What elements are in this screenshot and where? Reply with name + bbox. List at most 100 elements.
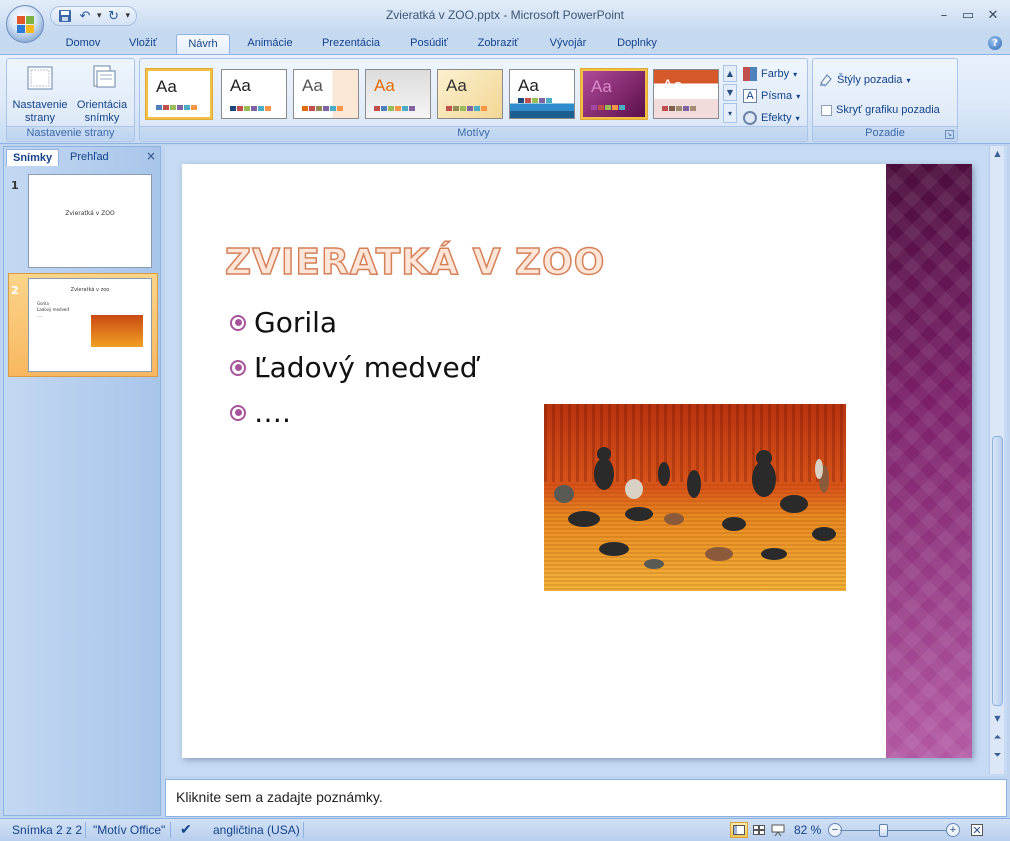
theme-flow-selected[interactable]: Aa xyxy=(581,69,647,119)
normal-view-icon[interactable] xyxy=(730,822,748,838)
previous-slide-icon[interactable]: ⏶ xyxy=(990,730,1005,745)
gallery-down-icon[interactable]: ▼ xyxy=(723,84,737,101)
background-styles-label: Štýly pozadia xyxy=(837,74,903,86)
tab-prezentacia[interactable]: Prezentácia xyxy=(313,34,389,54)
zoom-in-icon[interactable]: + xyxy=(946,823,960,837)
tab-outline[interactable]: Prehľad xyxy=(64,149,115,166)
slide-thumbnail-1[interactable]: Zvieratká v ZOO xyxy=(28,174,152,268)
tab-posudit[interactable]: Posúdiť xyxy=(400,34,458,54)
tab-navrh[interactable]: Návrh xyxy=(176,34,230,54)
scroll-up-icon[interactable]: ▲ xyxy=(990,146,1005,161)
thumb-2-bullets: Gorila Ľadový medveď .... xyxy=(37,301,69,318)
theme-office[interactable]: Aa xyxy=(146,69,212,119)
orientation-button[interactable]: Orientácia snímky xyxy=(72,63,132,127)
window-title: Zvieratká v ZOO.pptx - Microsoft PowerPo… xyxy=(385,8,625,22)
hide-background-graphics-label: Skryť grafiku pozadia xyxy=(836,104,940,116)
status-bar: Snímka 2 z 2 "Motív Office" ✔ angličtina… xyxy=(0,818,1010,841)
effects-icon xyxy=(743,111,757,125)
background-styles-button[interactable]: Štýly pozadia ▾ xyxy=(819,71,910,89)
gallery-up-icon[interactable]: ▲ xyxy=(723,65,737,82)
title-bar: ↶ ▾ ↻ ▾ Zvieratká v ZOO.pptx - Microsoft… xyxy=(0,0,1010,32)
scroll-down-icon[interactable]: ▼ xyxy=(990,711,1005,726)
minimize-button[interactable]: – xyxy=(933,6,955,24)
colors-icon xyxy=(743,67,757,81)
notes-pane[interactable]: Kliknite sem a zadajte poznámky. xyxy=(165,779,1007,817)
thumb-2-photo xyxy=(91,315,143,347)
close-button[interactable]: ✕ xyxy=(982,6,1004,24)
page-setup-button[interactable]: Nastavenie strany xyxy=(10,63,70,127)
theme-6[interactable]: Aa xyxy=(509,69,575,119)
slide-counter: Snímka 2 z 2 xyxy=(12,823,83,837)
checkbox-unchecked-icon[interactable] xyxy=(821,104,832,116)
maximize-button[interactable]: ▭ xyxy=(957,6,979,24)
office-button[interactable] xyxy=(6,5,44,43)
slide-editing-area: ZVIERATKÁ V ZOO Gorila Ľadový medveď …. xyxy=(165,146,1007,776)
background-group-label: Pozadie xyxy=(813,126,957,140)
slides-pane: Snímky Prehľad × 1 Zvieratká v ZOO 2 Zvi… xyxy=(3,146,161,816)
fonts-label: Písma xyxy=(761,90,793,102)
group-background: Štýly pozadia ▾ Skryť grafiku pozadia Poz… xyxy=(812,58,958,142)
group-themes: Aa Aa Aa Aa Aa Aa Aa Aa ▲ ▼ ▾ Farby ▾ A … xyxy=(139,58,808,142)
colors-button[interactable]: Farby ▾ xyxy=(743,65,797,83)
page-setup-icon xyxy=(27,66,53,90)
orientation-icon xyxy=(93,65,116,88)
colors-label: Farby xyxy=(761,68,790,80)
thumb-1-title: Zvieratká v ZOO xyxy=(65,210,115,217)
bullet-text: …. xyxy=(254,396,291,429)
tab-zobrazit[interactable]: Zobraziť xyxy=(467,34,529,54)
bullet-text: Gorila xyxy=(254,306,338,339)
fit-to-window-icon[interactable] xyxy=(968,822,986,838)
tab-animacie[interactable]: Animácie xyxy=(236,34,304,54)
thumb-2-title: Zvieratká v zoo xyxy=(70,287,110,293)
bullet-icon xyxy=(230,404,246,421)
effects-label: Efekty xyxy=(761,112,792,124)
ribbon-tabs: Domov Vložiť Návrh Animácie Prezentácia … xyxy=(0,32,1010,54)
theme-preview-text: Aa xyxy=(156,77,177,96)
effects-button[interactable]: Efekty ▾ xyxy=(743,109,800,127)
slide-thumbnail-2[interactable]: Zvieratká v zoo Gorila Ľadový medveď ...… xyxy=(28,278,152,372)
bullet-item[interactable]: Ľadový medveď xyxy=(230,351,478,384)
language-indicator[interactable]: angličtina (USA) xyxy=(213,823,300,837)
spell-check-icon[interactable]: ✔ xyxy=(180,821,192,838)
bullet-text: Ľadový medveď xyxy=(254,351,478,384)
fonts-button[interactable]: A Písma ▾ xyxy=(743,87,800,105)
slide-canvas[interactable]: ZVIERATKÁ V ZOO Gorila Ľadový medveď …. xyxy=(182,164,972,758)
bullet-icon xyxy=(230,314,246,331)
help-icon[interactable]: ? xyxy=(988,36,1002,50)
theme-4[interactable]: Aa xyxy=(365,69,431,119)
theme-8[interactable]: Aa xyxy=(653,69,719,119)
tab-vyvojar[interactable]: Vývojár xyxy=(540,34,596,54)
background-styles-icon xyxy=(819,73,833,87)
tab-doplnky[interactable]: Doplnky xyxy=(606,34,668,54)
animal-figurines-photo[interactable] xyxy=(544,404,846,591)
zoom-slider-thumb[interactable] xyxy=(879,824,888,837)
tab-domov[interactable]: Domov xyxy=(55,34,111,54)
bullet-item[interactable]: Gorila xyxy=(230,306,337,339)
next-slide-icon[interactable]: ⏷ xyxy=(990,748,1005,763)
fonts-icon: A xyxy=(743,89,757,103)
zoom-level[interactable]: 82 % xyxy=(794,823,821,837)
theme-3[interactable]: Aa xyxy=(293,69,359,119)
zoom-slider-track[interactable] xyxy=(840,830,950,831)
theme-2[interactable]: Aa xyxy=(221,69,287,119)
bullet-item[interactable]: …. xyxy=(230,396,291,429)
theme-5[interactable]: Aa xyxy=(437,69,503,119)
scroll-thumb[interactable] xyxy=(992,436,1003,706)
tab-slides[interactable]: Snímky xyxy=(6,149,60,166)
hide-background-graphics[interactable]: Skryť grafiku pozadia xyxy=(821,101,940,119)
page-setup-group-label: Nastavenie strany xyxy=(7,126,134,140)
notes-placeholder[interactable]: Kliknite sem a zadajte poznámky. xyxy=(176,789,383,805)
slide-title[interactable]: ZVIERATKÁ V ZOO xyxy=(224,241,605,284)
slideshow-view-icon[interactable] xyxy=(769,822,787,838)
slide-sorter-view-icon[interactable] xyxy=(750,822,768,838)
close-pane-icon[interactable]: × xyxy=(146,149,156,163)
slide-decoration-band xyxy=(886,164,972,758)
vertical-scrollbar[interactable]: ▲ ▼ ⏶ ⏷ xyxy=(989,146,1004,774)
dialog-launcher-icon[interactable]: ↘ xyxy=(945,130,954,139)
page-setup-label: Nastavenie strany xyxy=(12,99,68,124)
gallery-more-icon[interactable]: ▾ xyxy=(723,103,737,123)
slide-number-1: 1 xyxy=(11,179,19,192)
ribbon: Nastavenie strany Orientácia snímky Nast… xyxy=(0,54,1010,144)
tab-vlozit[interactable]: Vložiť xyxy=(117,34,169,54)
office-logo-icon xyxy=(17,16,34,33)
